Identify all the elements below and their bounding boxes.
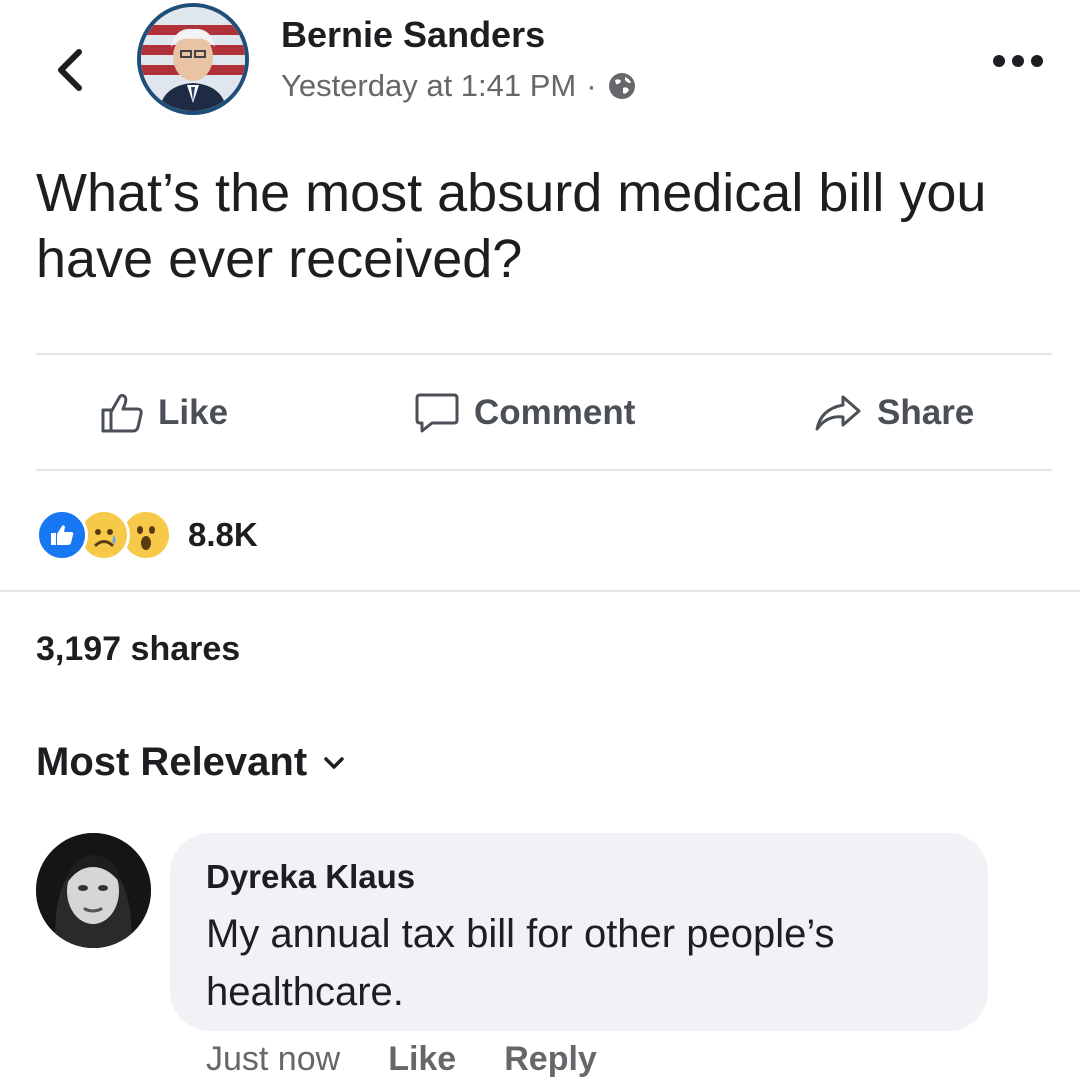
chevron-left-icon <box>58 49 82 91</box>
like-label: Like <box>158 393 229 432</box>
post-meta: Yesterday at 1:41 PM · <box>281 68 637 104</box>
commenter-avatar[interactable] <box>36 833 151 948</box>
comment-like-button[interactable]: Like <box>388 1040 456 1079</box>
author-photo <box>141 7 245 111</box>
post-text: What’s the most absurd medical bill you … <box>36 163 987 289</box>
comment-time[interactable]: Just now <box>206 1040 340 1079</box>
thumbs-up-icon <box>101 393 143 433</box>
more-options-button[interactable] <box>988 46 1048 76</box>
comment-text: My annual tax bill for other people’s he… <box>206 912 835 1014</box>
comment-button[interactable]: Comment <box>414 360 635 466</box>
comment-bubble-icon <box>415 393 459 433</box>
commenter-name[interactable]: Dyreka Klaus <box>206 858 415 896</box>
share-arrow-icon <box>815 395 861 431</box>
reaction-summary[interactable]: 8.8K <box>36 505 258 565</box>
like-button[interactable]: Like <box>100 360 228 466</box>
post-timestamp[interactable]: Yesterday at 1:41 PM <box>281 68 576 104</box>
comment-actions: Just now Like Reply <box>206 1040 597 1079</box>
reaction-count: 8.8K <box>188 516 258 553</box>
share-count[interactable]: 3,197 shares <box>36 630 240 669</box>
post-author-name[interactable]: Bernie Sanders <box>281 14 545 56</box>
globe-icon <box>608 73 635 99</box>
comment-reply-button[interactable]: Reply <box>504 1040 597 1079</box>
divider <box>36 469 1052 471</box>
meta-separator: · <box>586 68 597 103</box>
like-reaction-icon <box>36 509 88 561</box>
share-button[interactable]: Share <box>813 360 974 466</box>
sort-label: Most Relevant <box>36 740 308 784</box>
divider <box>0 590 1080 592</box>
divider <box>36 353 1052 355</box>
more-dots-icon <box>993 55 1043 67</box>
comment-sort-dropdown[interactable]: Most Relevant <box>36 740 345 785</box>
commenter-photo <box>36 833 151 948</box>
post-action-bar: Like Comment Share <box>36 360 1052 466</box>
share-label: Share <box>877 393 975 432</box>
author-avatar[interactable] <box>137 3 249 115</box>
back-button[interactable] <box>40 40 100 100</box>
chevron-down-icon <box>324 756 344 769</box>
comment-label: Comment <box>474 393 636 432</box>
